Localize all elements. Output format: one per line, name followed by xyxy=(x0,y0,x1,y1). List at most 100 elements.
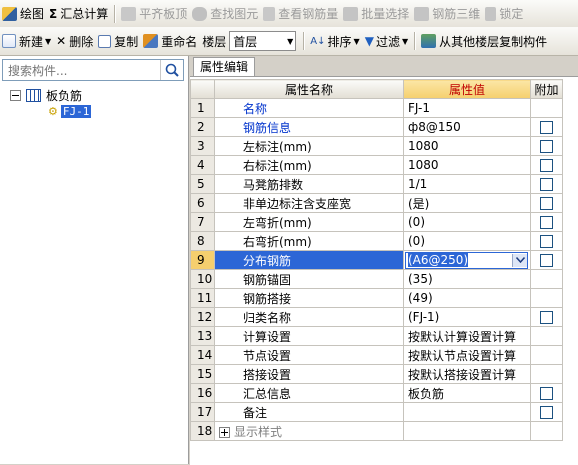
lock-icon xyxy=(485,6,497,21)
property-value-cell[interactable]: 1080 xyxy=(403,155,531,175)
table-row[interactable]: 9 分布钢筋 (A6@250) xyxy=(190,250,563,270)
table-row[interactable]: 4 右标注(mm) 1080 xyxy=(190,155,563,175)
table-row[interactable]: 6 非单边标注含支座宽 (是) xyxy=(190,193,563,213)
property-value-editor[interactable]: (A6@250) xyxy=(405,251,528,269)
table-row[interactable]: 11 钢筋搭接 (49) xyxy=(190,288,563,308)
property-name: 左弯折(mm) xyxy=(243,215,312,230)
property-value-cell[interactable]: (是) xyxy=(403,193,531,213)
table-row[interactable]: 8 右弯折(mm) (0) xyxy=(190,231,563,251)
align-slab-top-button[interactable]: 平齐板顶 xyxy=(119,3,190,25)
attach-cell xyxy=(530,250,563,270)
main-toolbar: 绘图 Σ 汇总计算 平齐板顶 查找图元 查看钢筋量 批量选择 钢筋三维 锁定 xyxy=(0,0,578,28)
tree-node-root[interactable]: 板负筋 xyxy=(10,87,82,103)
table-row[interactable]: 1 名称 FJ-1 xyxy=(190,98,563,118)
folder-grid-icon xyxy=(26,88,41,102)
property-value-cell[interactable]: (0) xyxy=(403,231,531,251)
sort-button[interactable]: A↓ 排序 ▼ xyxy=(308,30,362,52)
property-value-cell[interactable]: ф8@150 xyxy=(403,117,531,137)
property-value-cell[interactable]: (49) xyxy=(403,288,531,308)
property-value-cell[interactable]: 按默认节点设置计算 xyxy=(403,345,531,365)
attach-cell xyxy=(530,288,563,308)
table-row[interactable]: 10 钢筋锚固 (35) xyxy=(190,269,563,289)
floor-select[interactable]: 首层 ▼ xyxy=(229,31,297,51)
row-number: 17 xyxy=(190,402,215,422)
rename-button[interactable]: 重命名 xyxy=(141,30,200,52)
pencil-icon xyxy=(2,6,17,21)
property-value-cell[interactable] xyxy=(403,421,531,441)
table-row[interactable]: 17 备注 xyxy=(190,402,563,422)
tab-property-edit[interactable]: 属性编辑 xyxy=(193,57,256,76)
new-button[interactable]: 新建 ▼ xyxy=(0,30,54,52)
property-value-cell[interactable]: 1/1 xyxy=(403,174,531,194)
property-value-header: 属性值 xyxy=(403,79,531,99)
attach-checkbox[interactable] xyxy=(540,121,553,134)
table-row[interactable]: 7 左弯折(mm) (0) xyxy=(190,212,563,232)
table-row[interactable]: 16 汇总信息 板负筋 xyxy=(190,383,563,403)
sort-icon: A↓ xyxy=(310,35,326,47)
rebar-3d-icon xyxy=(414,6,430,21)
attach-checkbox[interactable] xyxy=(540,254,553,267)
attach-checkbox[interactable] xyxy=(540,216,553,229)
property-value-cell[interactable]: 按默认计算设置计算 xyxy=(403,326,531,346)
property-value: (A6@250) xyxy=(408,253,469,267)
property-value-cell[interactable]: (FJ-1) xyxy=(403,307,531,327)
filter-icon: ▼ xyxy=(364,34,374,48)
chevron-down-icon[interactable] xyxy=(512,253,527,267)
property-value: 板负筋 xyxy=(408,386,445,401)
table-row[interactable]: 5 马凳筋排数 1/1 xyxy=(190,174,563,194)
property-value: 1/1 xyxy=(408,177,428,191)
table-row[interactable]: 2 钢筋信息 ф8@150 xyxy=(190,117,563,137)
draw-button[interactable]: 绘图 xyxy=(0,3,47,25)
table-row[interactable]: 18 显示样式 xyxy=(190,421,563,441)
table-row[interactable]: 12 归类名称 (FJ-1) xyxy=(190,307,563,327)
delete-button[interactable]: ✕ 删除 xyxy=(54,30,96,52)
copy-floor-icon xyxy=(421,34,437,48)
property-value-cell[interactable]: FJ-1 xyxy=(403,98,531,118)
search-icon[interactable] xyxy=(160,60,183,80)
collapse-icon[interactable] xyxy=(10,89,21,101)
property-value-cell[interactable]: 按默认搭接设置计算 xyxy=(403,364,531,384)
table-row[interactable]: 15 搭接设置 按默认搭接设置计算 xyxy=(190,364,563,384)
attach-cell xyxy=(530,231,563,251)
property-value-cell[interactable]: (A6@250) xyxy=(403,250,531,270)
property-value-cell[interactable]: 板负筋 xyxy=(403,383,531,403)
row-number: 18 xyxy=(190,421,215,441)
attach-checkbox[interactable] xyxy=(540,140,553,153)
filter-button[interactable]: ▼ 过滤 ▼ xyxy=(363,30,411,52)
property-name-cell: 左弯折(mm) xyxy=(214,212,404,232)
view-rebar-button[interactable]: 查看钢筋量 xyxy=(261,3,341,25)
attach-cell xyxy=(530,193,563,213)
property-value: 按默认计算设置计算 xyxy=(408,329,517,344)
property-value-cell[interactable] xyxy=(403,402,531,422)
search-input[interactable] xyxy=(6,61,160,81)
batch-select-icon xyxy=(343,6,359,21)
property-value: 按默认节点设置计算 xyxy=(408,348,517,363)
sum-calc-button[interactable]: Σ 汇总计算 xyxy=(47,3,111,25)
expand-icon[interactable] xyxy=(219,426,230,438)
lock-button[interactable]: 锁定 xyxy=(483,3,526,25)
attach-checkbox[interactable] xyxy=(540,406,553,419)
property-value-cell[interactable]: (0) xyxy=(403,212,531,232)
attach-checkbox[interactable] xyxy=(540,235,553,248)
copy-button[interactable]: 复制 xyxy=(96,30,141,52)
attach-checkbox[interactable] xyxy=(540,387,553,400)
batch-select-button[interactable]: 批量选择 xyxy=(341,3,412,25)
attach-checkbox[interactable] xyxy=(540,311,553,324)
attach-checkbox[interactable] xyxy=(540,178,553,191)
tree-node-fj1[interactable]: ⚙ FJ-1 xyxy=(48,103,92,119)
property-value: 1080 xyxy=(408,139,439,153)
attach-checkbox[interactable] xyxy=(540,159,553,172)
row-number: 14 xyxy=(190,345,215,365)
property-value-cell[interactable]: (35) xyxy=(403,269,531,289)
floor-label: 楼层 xyxy=(202,34,227,49)
find-element-button[interactable]: 查找图元 xyxy=(190,3,261,25)
table-row[interactable]: 14 节点设置 按默认节点设置计算 xyxy=(190,345,563,365)
table-row[interactable]: 3 左标注(mm) 1080 xyxy=(190,136,563,156)
property-name: 左标注(mm) xyxy=(243,139,312,154)
attach-checkbox[interactable] xyxy=(540,197,553,210)
property-value-cell[interactable]: 1080 xyxy=(403,136,531,156)
rebar-3d-button[interactable]: 钢筋三维 xyxy=(412,3,483,25)
table-row[interactable]: 13 计算设置 按默认计算设置计算 xyxy=(190,326,563,346)
copy-from-floor-button[interactable]: 从其他楼层复制构件 xyxy=(419,30,550,52)
property-name-cell: 钢筋搭接 xyxy=(214,288,404,308)
